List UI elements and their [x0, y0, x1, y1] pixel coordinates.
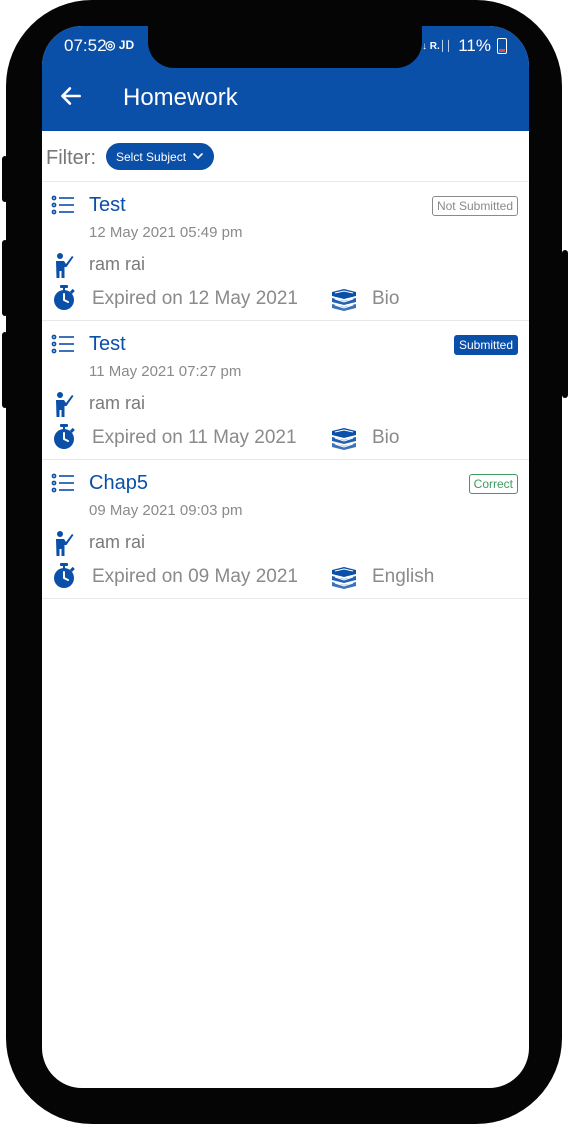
list-icon [51, 195, 75, 220]
battery-percent: 11% [458, 36, 491, 55]
teacher-name: ram rai [89, 254, 146, 274]
status-notification-icons: ◎ JD [105, 38, 135, 52]
subject-select-value: Selct Subject [116, 149, 187, 164]
homework-date: 09 May 2021 09:03 pm [89, 502, 243, 519]
chevron-down-icon [193, 153, 203, 160]
subject-book-icon [330, 289, 358, 316]
expiry-date: Expired on 11 May 2021 [92, 427, 297, 448]
page-title: Homework [123, 84, 238, 111]
timer-icon [52, 424, 76, 455]
subject-name: English [372, 566, 435, 587]
timer-icon [52, 285, 76, 316]
phone-side-button [2, 156, 8, 202]
timer-icon [52, 563, 76, 594]
phone-side-button [2, 332, 8, 408]
status-badge: Not Submitted [431, 196, 518, 216]
status-time: 07:52 [64, 36, 107, 55]
homework-date: 11 May 2021 07:27 pm [89, 363, 242, 380]
subject-name: Bio [372, 427, 400, 448]
teacher-icon [53, 391, 75, 422]
homework-card[interactable]: Test 12 May 2021 05:49 pm Not Submitted ram… [42, 182, 529, 321]
back-arrow-icon[interactable] [58, 83, 84, 109]
homework-date: 12 May 2021 05:49 pm [89, 224, 243, 241]
homework-card[interactable]: Chap5 09 May 2021 09:03 pm Correct ram rai E… [42, 460, 529, 599]
homework-title: Test [89, 194, 126, 216]
subject-book-icon [330, 567, 358, 594]
homework-card[interactable]: Test 11 May 2021 07:27 pm Submitted ram rai… [42, 321, 529, 460]
status-badge: Correct [468, 474, 518, 494]
expiry-date: Expired on 12 May 2021 [92, 288, 298, 309]
expiry-date: Expired on 09 May 2021 [92, 566, 298, 587]
homework-title: Test [89, 333, 126, 355]
phone-notch [148, 26, 422, 68]
filter-bar: Filter: Selct Subject [42, 131, 529, 181]
filter-label: Filter: [46, 147, 96, 169]
subject-select[interactable]: Selct Subject [106, 143, 214, 170]
list-icon [51, 473, 75, 498]
subject-name: Bio [372, 288, 400, 309]
teacher-icon [53, 252, 75, 283]
screen: 07:52 ◎ JD 4G ↑↓ R.││ 11% Homework Filte… [42, 26, 529, 1088]
phone-side-button [562, 250, 568, 398]
teacher-name: ram rai [89, 393, 146, 413]
phone-side-button [2, 240, 8, 316]
subject-book-icon [330, 428, 358, 455]
status-badge: Submitted [453, 335, 518, 355]
list-icon [51, 334, 75, 359]
teacher-name: ram rai [89, 532, 146, 552]
teacher-icon [53, 530, 75, 561]
battery-icon [497, 38, 507, 54]
homework-title: Chap5 [89, 472, 148, 494]
